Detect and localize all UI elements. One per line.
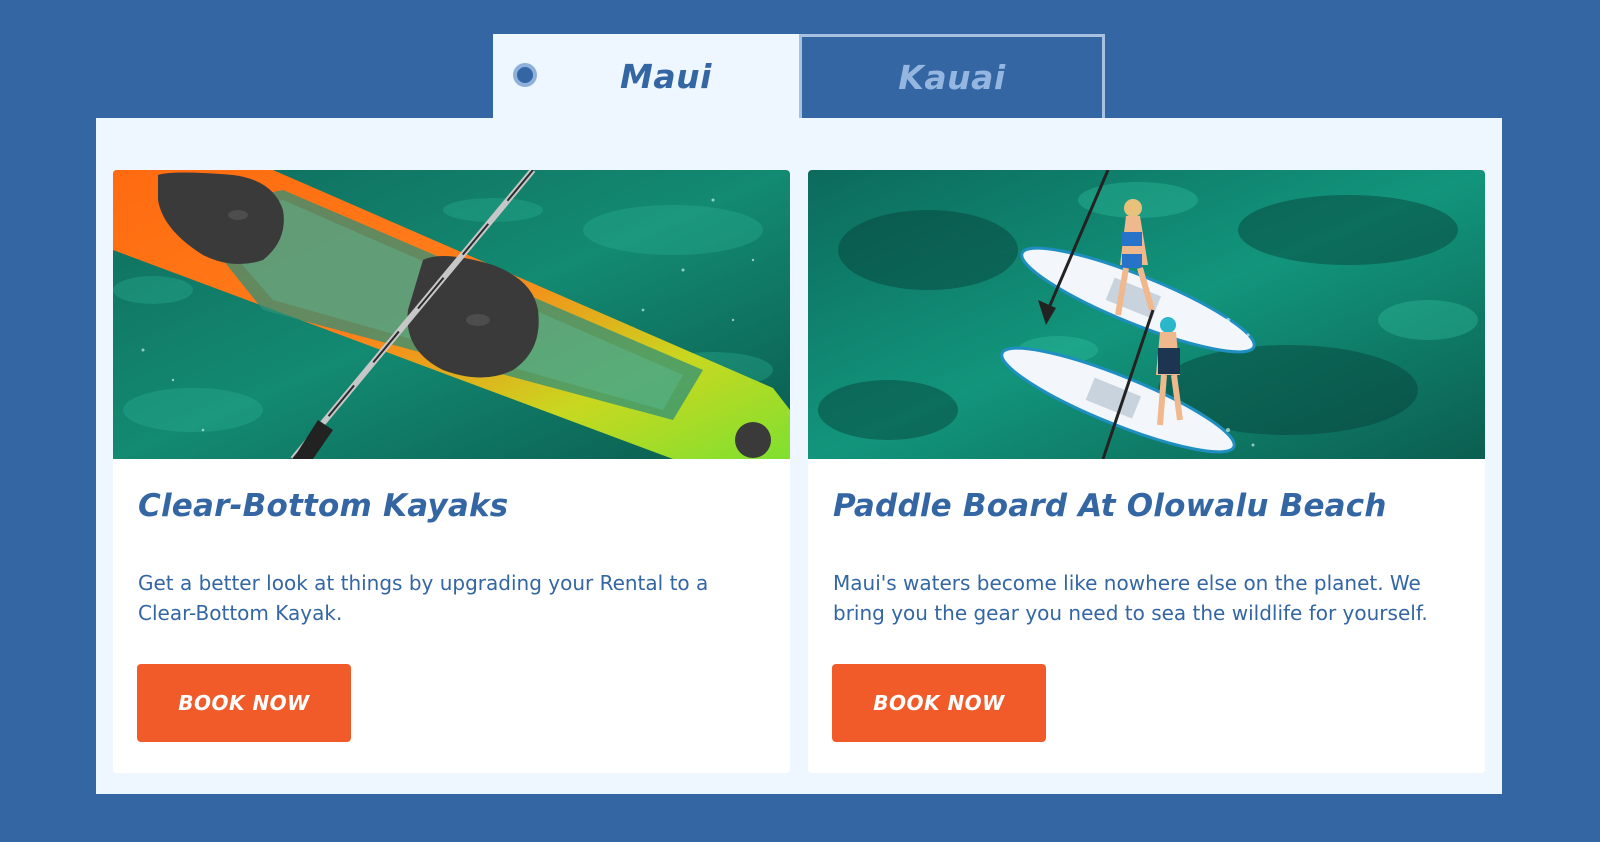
location-tabs: Maui Kauai — [493, 34, 1105, 118]
tab-panel: Clear-Bottom Kayaks Get a better look at… — [96, 118, 1502, 794]
card-description: Get a better look at things by upgrading… — [138, 571, 709, 625]
card-title: Clear-Bottom Kayaks — [138, 488, 509, 524]
activity-card-paddle-board: Paddle Board At Olowalu Beach Maui's wat… — [808, 170, 1485, 773]
tab-maui[interactable]: Maui — [493, 34, 799, 118]
tab-kauai-label: Kauai — [898, 58, 1006, 97]
kayak-image — [113, 170, 790, 459]
tab-maui-label: Maui — [620, 56, 712, 96]
tab-kauai[interactable]: Kauai — [799, 34, 1105, 118]
book-now-button[interactable]: BOOK NOW — [832, 664, 1046, 742]
paddle-board-image — [808, 170, 1485, 459]
activity-card-kayaks: Clear-Bottom Kayaks Get a better look at… — [113, 170, 790, 773]
card-title: Paddle Board At Olowalu Beach — [833, 488, 1387, 524]
active-tab-indicator-icon — [513, 63, 537, 87]
card-description: Maui's waters become like nowhere else o… — [833, 571, 1428, 625]
book-now-button[interactable]: BOOK NOW — [137, 664, 351, 742]
